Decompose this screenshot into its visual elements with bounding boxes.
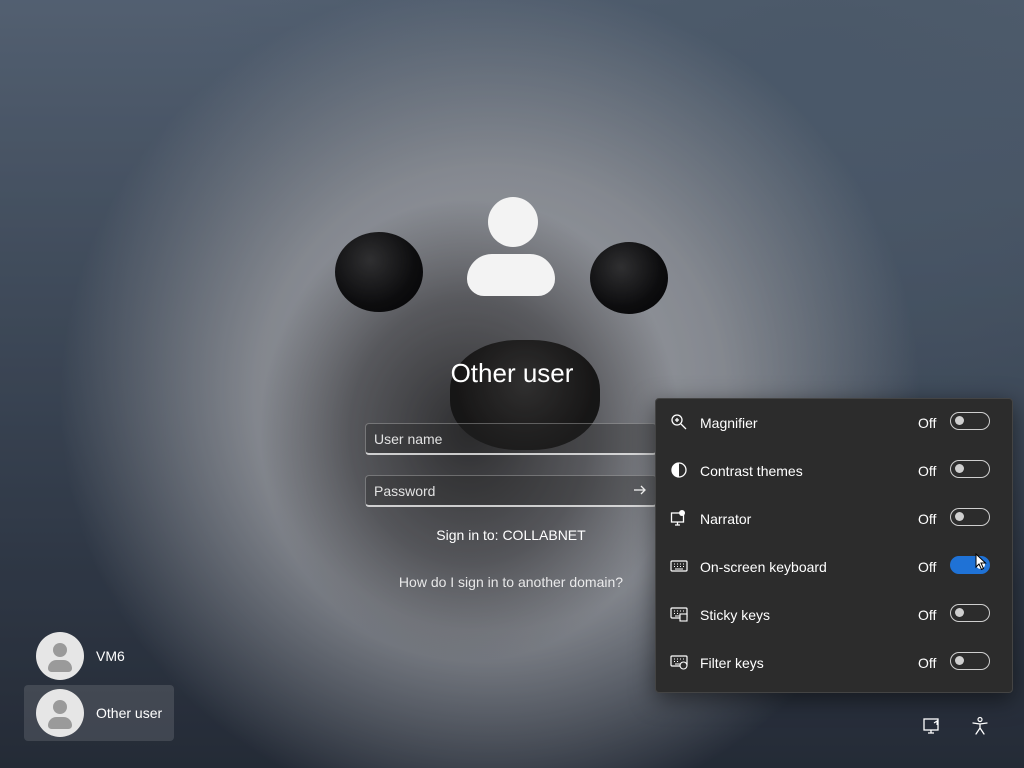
- page-title: Other user: [450, 358, 574, 388]
- contrast-themes-toggle[interactable]: [950, 460, 990, 478]
- contrast-icon: [670, 461, 688, 479]
- narrator-icon: [670, 509, 688, 527]
- user-tile-name: Other user: [96, 705, 163, 721]
- submit-arrow-icon[interactable]: [632, 482, 648, 498]
- accessibility-item-label: Narrator: [700, 511, 752, 527]
- filter-keys-toggle[interactable]: [950, 652, 990, 670]
- accessibility-icon[interactable]: [970, 716, 990, 736]
- accessibility-item-label: Magnifier: [700, 415, 758, 431]
- accessibility-item-filter-keys[interactable]: Filter keys Off: [656, 639, 1012, 687]
- username-input[interactable]: [366, 424, 656, 453]
- password-field[interactable]: [365, 475, 657, 507]
- avatar: [36, 689, 84, 737]
- other-domain-link[interactable]: How do I sign in to another domain?: [365, 574, 657, 590]
- magnifier-toggle[interactable]: [950, 412, 990, 430]
- sticky-keys-toggle[interactable]: [950, 604, 990, 622]
- avatar-head: [488, 197, 538, 247]
- accessibility-item-state: Off: [918, 607, 937, 623]
- password-input[interactable]: [366, 476, 656, 505]
- accessibility-item-state: Off: [918, 559, 937, 575]
- accessibility-item-state: Off: [918, 655, 937, 671]
- sticky-keys-icon: [670, 605, 688, 623]
- accessibility-item-sticky-keys[interactable]: Sticky keys Off: [656, 591, 1012, 639]
- accessibility-item-label: Contrast themes: [700, 463, 803, 479]
- accessibility-item-narrator[interactable]: Narrator Off: [656, 495, 1012, 543]
- username-field[interactable]: [365, 423, 657, 455]
- magnifier-icon: [670, 413, 688, 431]
- keyboard-icon: [670, 557, 688, 575]
- avatar-body: [467, 254, 555, 296]
- user-tile-vm6[interactable]: VM6: [24, 628, 174, 684]
- accessibility-item-state: Off: [918, 511, 937, 527]
- mouse-cursor-icon: [975, 553, 987, 571]
- filter-keys-icon: [670, 653, 688, 671]
- accessibility-item-label: Filter keys: [700, 655, 764, 671]
- accessibility-item-magnifier[interactable]: Magnifier Off: [656, 399, 1012, 447]
- user-tile-name: VM6: [96, 648, 125, 664]
- sign-in-domain-text: Sign in to: COLLABNET: [436, 527, 586, 543]
- user-avatar-large: [467, 197, 557, 297]
- accessibility-item-contrast-themes[interactable]: Contrast themes Off: [656, 447, 1012, 495]
- network-icon[interactable]: [922, 716, 942, 736]
- user-tile-other-user[interactable]: Other user: [24, 685, 174, 741]
- accessibility-item-label: Sticky keys: [700, 607, 771, 623]
- accessibility-item-state: Off: [918, 463, 937, 479]
- avatar: [36, 632, 84, 680]
- accessibility-item-on-screen-keyboard[interactable]: On-screen keyboard Off: [656, 543, 1012, 591]
- narrator-toggle[interactable]: [950, 508, 990, 526]
- accessibility-item-label: On-screen keyboard: [700, 559, 827, 575]
- accessibility-item-state: Off: [918, 415, 937, 431]
- accessibility-flyout: Magnifier Off Contrast themes Off Narrat…: [655, 398, 1013, 693]
